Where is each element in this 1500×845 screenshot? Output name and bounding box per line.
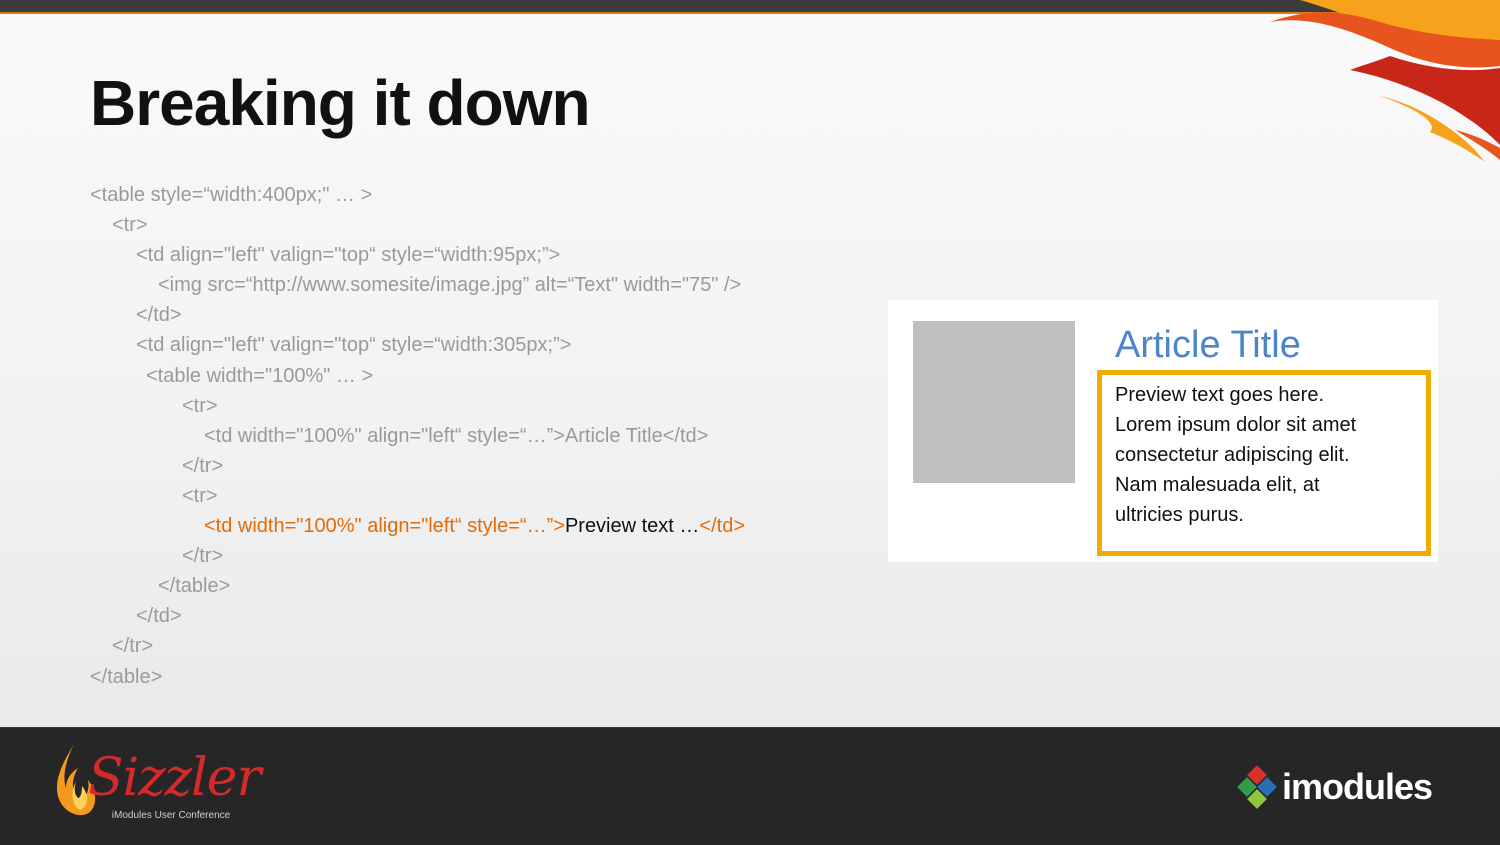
code-line: <td width="100%" align="left“ style=“…”>… [204,424,709,447]
code-line: <tr> [182,484,218,507]
code-line: </table> [90,665,163,688]
code-inner-text: Preview text … [564,515,700,538]
flame-decoration [1270,0,1500,162]
code-open-tag: <td width="100%" align="left“ style=“…”> [204,515,565,538]
code-block: <table style=“width:400px;" … > <tr> <td a… [90,180,880,692]
code-line: <tr> [112,214,148,237]
imodules-mark-icon [1237,766,1277,809]
preview-text-line: Preview text goes here. [1115,384,1324,406]
code-line: </tr> [182,545,224,568]
slide-title: Breaking it down [90,67,591,139]
code-line: <td width="100%" align="left“ style=“…”>… [90,511,880,541]
preview-text-line: consectetur adipiscing elit. [1115,444,1350,466]
code-line: <td align="left" valign="top“ style=“wid… [136,334,572,357]
image-placeholder [913,321,1075,483]
code-line: <img src=“http://www.somesite/image.jpg”… [158,274,742,297]
code-line: </table> [158,575,231,598]
code-line: <tr> [182,394,218,417]
article-preview-card: Article Title Preview text goes here. Lo… [888,300,1438,562]
preview-text-line: Nam malesuada elit, at [1115,474,1320,496]
sizzler-logo: Sizzler iModules User Conference [52,742,261,832]
preview-text-line: ultricies purus. [1115,504,1244,526]
footer: Sizzler iModules User Conference imodule… [0,727,1500,845]
code-line: <td align="left" valign="top“ style=“wid… [136,244,561,267]
imodules-wordmark: imodules [1282,766,1433,807]
code-line: </tr> [112,635,154,658]
sizzler-wordmark: Sizzler [88,748,261,808]
code-close-tag: </td> [699,515,746,538]
preview-article-title: Article Title [1115,324,1301,366]
code-line: <table width="100%" … > [146,364,374,387]
code-line: </tr> [182,454,224,477]
code-line: <table style=“width:400px;" … > [90,184,373,206]
sizzler-subtitle: iModules User Conference [111,810,231,821]
code-line: </td> [136,605,182,628]
code-line: </td> [136,304,182,327]
preview-text: Preview text goes here. Lorem ipsum dolo… [1115,380,1415,530]
preview-text-line: Lorem ipsum dolor sit amet [1115,414,1357,436]
imodules-logo: imodules [1236,764,1456,814]
